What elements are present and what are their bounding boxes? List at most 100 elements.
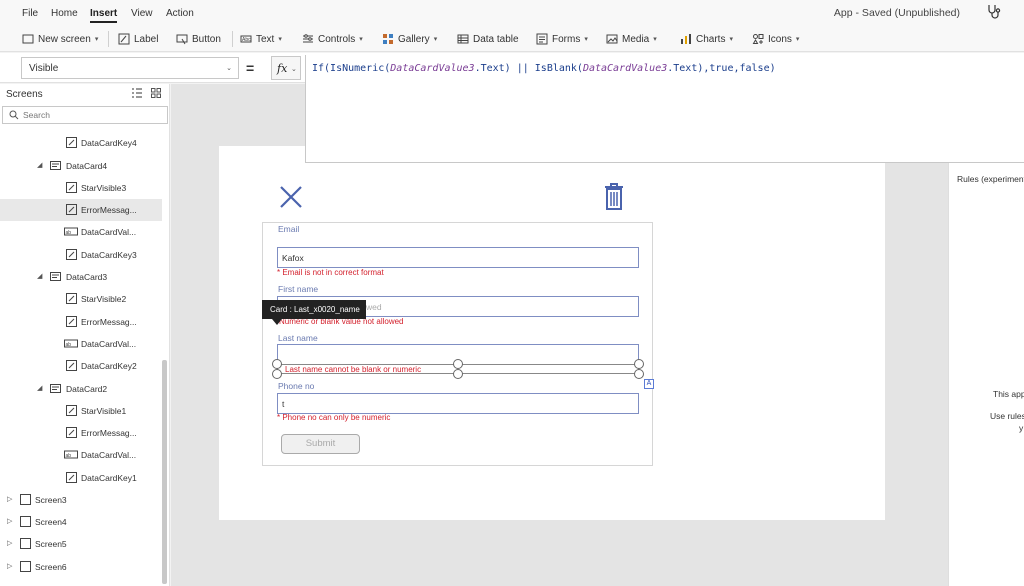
edit-text-icon	[66, 204, 77, 215]
label-icon	[118, 33, 130, 45]
media-button[interactable]: Media ▾	[606, 32, 657, 46]
text-input-icon: ab	[64, 339, 78, 348]
formula-input[interactable]: If(IsNumeric(DataCardValue3.Text) || IsB…	[305, 55, 1024, 163]
menu-view[interactable]: View	[131, 8, 153, 19]
tree-item-screen[interactable]: ▷ Screen6	[0, 556, 162, 578]
chevron-down-icon: ▾	[795, 36, 800, 43]
charts-icon	[681, 34, 691, 44]
tree-item[interactable]: DataCardKey1	[0, 467, 162, 489]
screen-icon	[20, 516, 31, 527]
data-table-icon	[457, 34, 469, 44]
tree-item[interactable]: ErrorMessag...	[0, 422, 162, 444]
fx-button[interactable]: fx ⌄	[271, 56, 301, 80]
screens-panel: Screens Search DataCardKey4 ◢ DataCard4 S…	[0, 84, 170, 586]
charts-button[interactable]: Charts ▾	[680, 32, 733, 46]
gallery-label: Gallery	[398, 33, 430, 45]
tree-item-label: DataCardKey1	[81, 473, 137, 483]
collapse-arrow-icon[interactable]: ◢	[37, 161, 42, 169]
tree-item[interactable]: ab DataCardVal...	[0, 333, 162, 355]
chevron-down-icon: ▾	[359, 36, 363, 43]
menu-home[interactable]: Home	[51, 8, 78, 19]
app-checker-icon[interactable]	[986, 4, 1002, 20]
tree-item-label: DataCardKey3	[81, 250, 137, 260]
tree-item-label: DataCard4	[66, 161, 108, 171]
collapse-arrow-icon[interactable]: ◢	[37, 384, 42, 392]
tree-item[interactable]: DataCardKey4	[0, 132, 162, 154]
media-label: Media	[622, 33, 650, 45]
property-value: Visible	[29, 63, 59, 74]
trash-icon[interactable]	[602, 181, 626, 211]
tree-item-label: DataCard3	[66, 272, 108, 282]
tree-item[interactable]: ◢ DataCard2	[0, 378, 162, 400]
tree-item[interactable]: StarVisible3	[0, 177, 162, 199]
text-format-icon[interactable]: A	[644, 379, 654, 389]
forms-button[interactable]: Forms ▾	[536, 32, 588, 46]
tree-item[interactable]: ◢ DataCard3	[0, 266, 162, 288]
svg-text:ab: ab	[66, 230, 72, 236]
resize-handle[interactable]	[272, 359, 282, 369]
list-view-icon[interactable]	[131, 88, 143, 98]
tree-item[interactable]: StarVisible2	[0, 288, 162, 310]
label-button[interactable]: Label	[118, 32, 158, 46]
card-icon	[50, 161, 61, 170]
new-screen-button[interactable]: New screen ▾	[22, 32, 98, 46]
property-dropdown[interactable]: Visible ⌄	[21, 57, 239, 79]
expand-arrow-icon[interactable]: ▷	[7, 539, 12, 547]
resize-handle[interactable]	[272, 369, 282, 379]
tree-scrollbar[interactable]	[162, 360, 167, 584]
tree-item[interactable]: ab DataCardVal...	[0, 221, 162, 243]
email-field[interactable]: Kafox	[277, 247, 639, 268]
resize-handle[interactable]	[634, 369, 644, 379]
card-tooltip: Card : Last_x0020_name	[262, 300, 366, 325]
submit-button[interactable]: Submit	[281, 434, 360, 454]
expand-arrow-icon[interactable]: ▷	[7, 517, 12, 525]
expand-arrow-icon[interactable]: ▷	[7, 562, 12, 570]
formula-part: If(IsNumeric(	[312, 63, 391, 74]
tree-item[interactable]: DataCardKey2	[0, 355, 162, 377]
close-icon[interactable]	[279, 185, 303, 209]
button-button[interactable]: Button	[176, 32, 221, 46]
tree-item[interactable]: StarVisible1	[0, 400, 162, 422]
lastname-error[interactable]: Last name cannot be blank or numeric	[285, 365, 421, 374]
collapse-arrow-icon[interactable]: ◢	[37, 272, 42, 280]
equals-sign: =	[246, 60, 255, 76]
controls-button[interactable]: Controls ▾	[302, 32, 363, 46]
forms-icon	[536, 33, 548, 45]
tree-item-label: Screen4	[35, 517, 67, 527]
rules-text: This app	[993, 389, 1024, 399]
firstname-placeholder: wed	[366, 302, 382, 312]
edit-text-icon	[66, 360, 77, 371]
gallery-button[interactable]: Gallery ▾	[382, 32, 437, 46]
button-icon	[176, 34, 188, 45]
phone-field[interactable]: t	[277, 393, 639, 414]
menu-file[interactable]: File	[22, 8, 38, 19]
tree-item-screen[interactable]: ▷ Screen3	[0, 489, 162, 511]
tree-item-screen[interactable]: ▷ Screen4	[0, 511, 162, 533]
tree-item-selected[interactable]: ErrorMessag...	[0, 199, 162, 221]
tree-item-label: DataCardVal...	[81, 227, 137, 237]
firstname-label: First name	[278, 284, 319, 294]
menu-action[interactable]: Action	[166, 8, 194, 19]
text-input-icon: ab	[64, 227, 78, 236]
edit-text-icon	[66, 405, 77, 416]
tree-item[interactable]: DataCardKey3	[0, 244, 162, 266]
grid-view-icon[interactable]	[151, 88, 161, 98]
screens-panel-title: Screens	[6, 89, 43, 100]
label-label: Label	[134, 33, 159, 45]
new-screen-label: New screen	[38, 33, 91, 45]
tree-item-screen[interactable]: ▷ Screen5	[0, 533, 162, 555]
tree-item[interactable]: ◢ DataCard4	[0, 155, 162, 177]
tree-item[interactable]: ab DataCardVal...	[0, 444, 162, 466]
expand-arrow-icon[interactable]: ▷	[7, 495, 12, 503]
menu-insert[interactable]: Insert	[90, 8, 117, 19]
screens-search-input[interactable]: Search	[2, 106, 168, 124]
resize-handle[interactable]	[634, 359, 644, 369]
text-button[interactable]: Abc Text ▾	[240, 32, 282, 46]
tree-item-label: StarVisible1	[81, 406, 127, 416]
icons-button[interactable]: Icons ▾	[752, 32, 799, 46]
data-table-button[interactable]: Data table	[457, 32, 519, 46]
chevron-down-icon: ⌄	[291, 65, 297, 73]
resize-handle[interactable]	[453, 369, 463, 379]
resize-handle[interactable]	[453, 359, 463, 369]
tree-item[interactable]: ErrorMessag...	[0, 311, 162, 333]
